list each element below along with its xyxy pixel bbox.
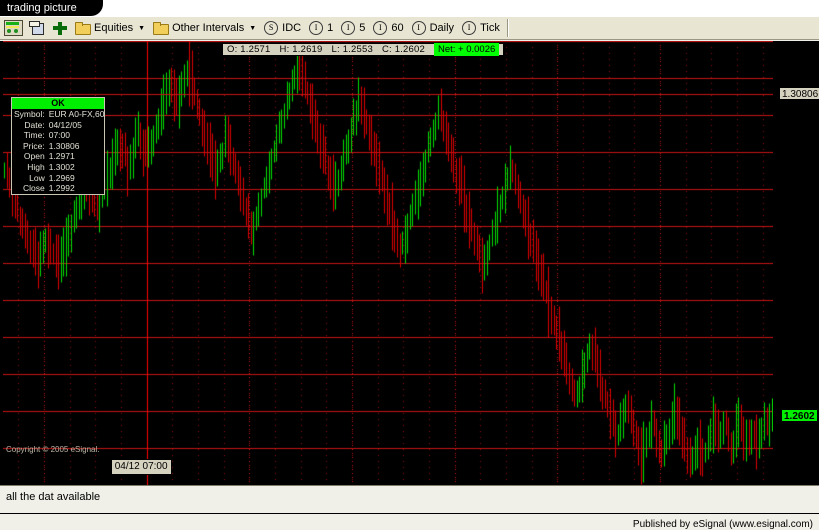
data-window-key: High bbox=[27, 161, 45, 172]
quote-low: L: 1.2553 bbox=[331, 44, 373, 55]
footer-text: Published by eSignal (www.esignal.com) bbox=[632, 519, 813, 530]
time-marker-label: 04/12 07:00 bbox=[110, 459, 172, 475]
data-window-value: 1.2971 bbox=[48, 151, 75, 162]
price-plot[interactable] bbox=[3, 41, 773, 485]
data-window-value: 1.2969 bbox=[48, 172, 75, 183]
data-window-key: Date: bbox=[24, 119, 45, 130]
new-window-icon[interactable] bbox=[29, 21, 44, 35]
chart-toolbar: Equities ▼ Other Intervals ▼ S IDC I 1 I… bbox=[0, 16, 819, 40]
data-window-status: OK bbox=[12, 98, 104, 109]
interval-idc-button[interactable]: S IDC bbox=[261, 18, 304, 38]
interval-1-button[interactable]: I 1 bbox=[306, 18, 336, 38]
data-window-key: Symbol: bbox=[14, 109, 45, 119]
chart-area[interactable]: O: 1.2571 H: 1.2619 L: 1.2553 C: 1.2602 … bbox=[0, 41, 819, 485]
data-window-value: EUR A0-FX,60 bbox=[48, 109, 105, 119]
data-window-key: Low bbox=[29, 172, 45, 183]
quote-close: C: 1.2602 bbox=[381, 44, 425, 55]
interval-60-label: 60 bbox=[391, 22, 404, 34]
source-icon: S bbox=[264, 21, 279, 35]
interval-icon: I bbox=[373, 21, 388, 35]
interval-icon: I bbox=[462, 21, 477, 35]
data-window-value: 07:00 bbox=[48, 130, 70, 141]
data-window-key: Price: bbox=[22, 140, 45, 151]
quote-net-change: Net: + 0.0026 bbox=[433, 43, 500, 56]
data-window-row: Symbol: EUR A0-FX,60 bbox=[12, 109, 106, 120]
window-titlebar: trading picture bbox=[0, 0, 819, 16]
data-window-row: Price: 1.30806 bbox=[12, 141, 106, 152]
chevron-down-icon: ▼ bbox=[249, 24, 257, 32]
equities-menu[interactable]: Equities ▼ bbox=[72, 18, 148, 38]
other-intervals-menu-label: Other Intervals bbox=[172, 22, 245, 34]
data-window-row: Date: 04/12/05 bbox=[12, 120, 106, 131]
data-window-key: Time: bbox=[23, 130, 45, 141]
other-intervals-menu[interactable]: Other Intervals ▼ bbox=[150, 18, 259, 38]
interval-tick-button[interactable]: I Tick bbox=[459, 18, 503, 38]
data-window-value: 1.3002 bbox=[48, 161, 75, 172]
status-bar: all the dat available bbox=[0, 485, 819, 513]
interval-5-button[interactable]: I 5 bbox=[338, 18, 368, 38]
footer-bar: Published by eSignal (www.esignal.com) bbox=[0, 513, 819, 530]
chevron-down-icon: ▼ bbox=[138, 24, 146, 32]
status-bar-text: all the dat available bbox=[6, 491, 101, 503]
interval-daily-button[interactable]: I Daily bbox=[409, 18, 457, 38]
data-window-row: Time: 07:00 bbox=[12, 130, 106, 141]
interval-60-button[interactable]: I 60 bbox=[370, 18, 406, 38]
window-tab-title[interactable]: trading picture bbox=[0, 0, 103, 16]
copyright-text: Copyright © 2005 eSignal. bbox=[6, 445, 100, 454]
data-window-row: Close 1.2992 bbox=[12, 183, 106, 194]
quote-bar: O: 1.2571 H: 1.2619 L: 1.2553 C: 1.2602 … bbox=[222, 43, 505, 56]
last-price-label: 1.2602 bbox=[781, 409, 818, 423]
equities-menu-label: Equities bbox=[94, 22, 134, 34]
data-window-panel: OK Symbol: EUR A0-FX,60 Date: 04/12/05 Time:… bbox=[11, 97, 105, 195]
quote-high: H: 1.2619 bbox=[279, 44, 323, 55]
toolbar-separator bbox=[506, 19, 509, 37]
data-window-row: High 1.3002 bbox=[12, 162, 106, 173]
data-window-key: Open bbox=[23, 151, 45, 162]
candlestick-canvas[interactable] bbox=[3, 41, 773, 485]
folder-icon bbox=[153, 22, 170, 35]
data-window-row: Low 1.2969 bbox=[12, 173, 106, 184]
data-window-row: Open 1.2971 bbox=[12, 151, 106, 162]
data-window-table: Symbol: EUR A0-FX,60 Date: 04/12/05 Time: 07:… bbox=[12, 109, 106, 194]
data-window-value: 1.2992 bbox=[48, 183, 75, 194]
interval-1-label: 1 bbox=[327, 22, 334, 34]
add-icon[interactable] bbox=[52, 21, 67, 35]
interval-tick-label: Tick bbox=[480, 22, 500, 34]
quote-open: O: 1.2571 bbox=[227, 44, 271, 55]
chart-app-icon[interactable] bbox=[4, 20, 23, 36]
data-window-key: Close bbox=[22, 183, 45, 194]
interval-5-label: 5 bbox=[359, 22, 366, 34]
folder-icon bbox=[75, 22, 91, 35]
interval-icon: I bbox=[341, 21, 356, 35]
price-scale-label: 1.30806 bbox=[779, 87, 819, 101]
interval-daily-label: Daily bbox=[429, 22, 455, 34]
interval-icon: I bbox=[411, 21, 426, 35]
interval-idc-label: IDC bbox=[282, 22, 302, 34]
trading-chart-window: trading picture Equities ▼ Other Interva… bbox=[0, 0, 819, 530]
interval-icon: I bbox=[309, 21, 324, 35]
data-window-value: 1.30806 bbox=[48, 140, 80, 151]
data-window-value: 04/12/05 bbox=[48, 119, 82, 130]
